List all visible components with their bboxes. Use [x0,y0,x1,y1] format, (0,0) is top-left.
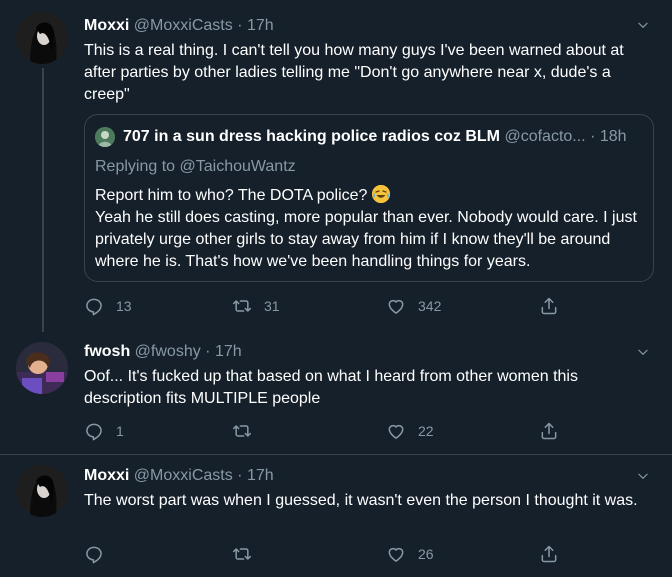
reply-icon [84,421,104,441]
retweet-icon [232,544,252,564]
separator-dot: · [237,467,243,484]
reply-button[interactable]: 1 [84,420,124,442]
tweet-header: Moxxi @MoxxiCasts · 17h [84,16,274,36]
like-count: 26 [418,546,434,562]
chevron-down-icon[interactable] [636,18,650,32]
share-button[interactable] [539,295,559,317]
tweet-text: This is a real thing. I can't tell you h… [84,42,624,103]
thread-line [42,68,44,332]
quoted-line-1: Report him to who? The DOTA police? [95,187,368,204]
quoted-handle: @cofacto... [504,128,586,145]
retweet-icon [232,421,252,441]
like-count: 22 [418,423,434,439]
like-count: 342 [418,298,442,314]
reply-button[interactable]: 13 [84,295,132,317]
reply-icon [84,296,104,316]
share-icon [539,296,559,316]
user-handle[interactable]: @fwoshy [135,343,201,360]
heart-icon [386,421,406,441]
replying-prefix: Replying to [95,158,176,175]
reply-button[interactable] [84,543,116,565]
timestamp[interactable]: 17h [215,343,242,360]
quoted-line-2: Yeah he still does casting, more popular… [95,209,637,270]
quoted-tweet[interactable]: 707 in a sun dress hacking police radios… [84,114,654,282]
reply-count: 1 [116,423,124,439]
avatar[interactable] [16,465,68,517]
tweet-2[interactable]: fwosh @fwoshy · 17h Oof... It's fucked u… [0,332,672,454]
quoted-timestamp: 18h [599,128,627,145]
separator-dot: · [590,128,596,145]
separator-dot: · [205,343,211,360]
chevron-down-icon[interactable] [636,469,650,483]
quoted-display-name: 707 in a sun dress hacking police radios… [123,128,500,145]
tweet-actions: 26 [84,543,564,565]
tweet-header: fwosh @fwoshy · 17h [84,342,242,362]
replying-to: Replying to @TaichouWantz [95,157,296,177]
tweet-actions: 13 31 342 [84,295,564,317]
avatar[interactable] [16,12,68,64]
timestamp[interactable]: 17h [247,467,274,484]
user-handle[interactable]: @MoxxiCasts [134,467,233,484]
tweet-actions: 1 22 [84,420,564,442]
display-name[interactable]: Moxxi [84,17,129,34]
like-button[interactable]: 22 [386,420,434,442]
quoted-avatar [95,127,115,147]
retweet-button[interactable] [232,543,264,565]
display-name[interactable]: Moxxi [84,467,129,484]
quoted-header: 707 in a sun dress hacking police radios… [123,127,643,147]
tweet-header: Moxxi @MoxxiCasts · 17h [84,466,274,486]
share-icon [539,544,559,564]
reply-count: 13 [116,298,132,314]
retweet-icon [232,296,252,316]
chevron-down-icon[interactable] [636,345,650,359]
replying-to-handle: @TaichouWantz [179,158,296,175]
laughing-tears-emoji-icon [371,185,390,203]
user-handle[interactable]: @MoxxiCasts [134,17,233,34]
share-button[interactable] [539,420,559,442]
display-name[interactable]: fwosh [84,343,130,360]
avatar[interactable] [16,342,68,394]
heart-icon [386,544,406,564]
share-icon [539,421,559,441]
heart-icon [386,296,406,316]
tweet-3[interactable]: Moxxi @MoxxiCasts · 17h The worst part w… [0,455,672,577]
share-button[interactable] [539,543,559,565]
tweet-text: Oof... It's fucked up that based on what… [84,368,578,407]
reply-icon [84,544,104,564]
timestamp[interactable]: 17h [247,17,274,34]
retweet-button[interactable] [232,420,264,442]
separator-dot: · [237,17,243,34]
retweet-button[interactable]: 31 [232,295,280,317]
like-button[interactable]: 26 [386,543,434,565]
retweet-count: 31 [264,298,280,314]
like-button[interactable]: 342 [386,295,441,317]
tweet-text: The worst part was when I guessed, it wa… [84,492,638,509]
tweet-1[interactable]: Moxxi @MoxxiCasts · 17h This is a real t… [0,0,672,332]
quoted-text: Report him to who? The DOTA police? Yeah… [95,185,645,273]
